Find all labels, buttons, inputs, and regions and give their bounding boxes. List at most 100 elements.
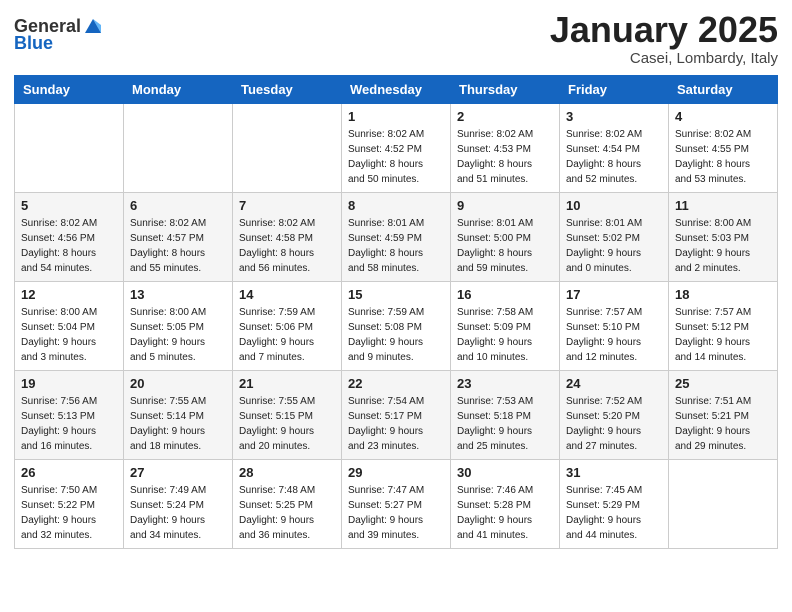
day-number-2: 2 — [457, 109, 553, 124]
day-cell-25: 25Sunrise: 7:51 AMSunset: 5:21 PMDayligh… — [669, 370, 778, 459]
day-cell-7: 7 Sunrise: 8:02 AMSunset: 4:58 PMDaylight… — [233, 192, 342, 281]
day-number-1: 1 — [348, 109, 444, 124]
day-info-12: Sunrise: 8:00 AMSunset: 5:04 PMDaylight:… — [21, 305, 117, 365]
day-cell-5: 5 Sunrise: 8:02 AMSunset: 4:56 PMDaylight… — [15, 192, 124, 281]
empty-cell — [669, 459, 778, 548]
day-cell-19: 19 Sunrise: 7:56 AMSunset: 5:13 PMDayligh… — [15, 370, 124, 459]
col-header-thursday: Thursday — [451, 75, 560, 103]
day-info-15: Sunrise: 7:59 AMSunset: 5:08 PMDaylight:… — [348, 305, 444, 365]
day-number-17: 17 — [566, 287, 662, 302]
day-info-5: Sunrise: 8:02 AMSunset: 4:56 PMDaylight:… — [21, 216, 117, 276]
day-cell-22: 22Sunrise: 7:54 AMSunset: 5:17 PMDayligh… — [342, 370, 451, 459]
day-cell-3: 3Sunrise: 8:02 AMSunset: 4:54 PMDaylight… — [560, 103, 669, 192]
week-row-1: 1Sunrise: 8:02 AMSunset: 4:52 PMDaylight… — [15, 103, 778, 192]
day-number-4: 4 — [675, 109, 771, 124]
day-info-14: Sunrise: 7:59 AMSunset: 5:06 PMDaylight:… — [239, 305, 335, 365]
day-number-15: 15 — [348, 287, 444, 302]
day-cell-29: 29 Sunrise: 7:47 AMSunset: 5:27 PMDayligh… — [342, 459, 451, 548]
col-header-monday: Monday — [124, 75, 233, 103]
day-cell-28: 28 Sunrise: 7:48 AMSunset: 5:25 PMDayligh… — [233, 459, 342, 548]
day-info-24: Sunrise: 7:52 AMSunset: 5:20 PMDaylight:… — [566, 394, 662, 454]
day-info-6: Sunrise: 8:02 AMSunset: 4:57 PMDaylight:… — [130, 216, 226, 276]
day-number-28: 28 — [239, 465, 335, 480]
day-number-13: 13 — [130, 287, 226, 302]
day-cell-23: 23 Sunrise: 7:53 AMSunset: 5:18 PMDayligh… — [451, 370, 560, 459]
day-cell-11: 11 Sunrise: 8:00 AMSunset: 5:03 PMDayligh… — [669, 192, 778, 281]
day-info-11: Sunrise: 8:00 AMSunset: 5:03 PMDaylight:… — [675, 216, 771, 276]
col-header-sunday: Sunday — [15, 75, 124, 103]
logo-icon — [83, 15, 103, 35]
day-info-20: Sunrise: 7:55 AMSunset: 5:14 PMDaylight:… — [130, 394, 226, 454]
col-header-wednesday: Wednesday — [342, 75, 451, 103]
day-number-25: 25 — [675, 376, 771, 391]
day-number-12: 12 — [21, 287, 117, 302]
day-cell-6: 6 Sunrise: 8:02 AMSunset: 4:57 PMDaylight… — [124, 192, 233, 281]
day-cell-10: 10Sunrise: 8:01 AMSunset: 5:02 PMDayligh… — [560, 192, 669, 281]
day-info-21: Sunrise: 7:55 AMSunset: 5:15 PMDaylight:… — [239, 394, 335, 454]
day-info-7: Sunrise: 8:02 AMSunset: 4:58 PMDaylight:… — [239, 216, 335, 276]
day-info-9: Sunrise: 8:01 AMSunset: 5:00 PMDaylight:… — [457, 216, 553, 276]
day-number-11: 11 — [675, 198, 771, 213]
day-cell-18: 18 Sunrise: 7:57 AMSunset: 5:12 PMDayligh… — [669, 281, 778, 370]
day-info-29: Sunrise: 7:47 AMSunset: 5:27 PMDaylight:… — [348, 483, 444, 543]
col-header-tuesday: Tuesday — [233, 75, 342, 103]
calendar-table: SundayMondayTuesdayWednesdayThursdayFrid… — [14, 75, 778, 549]
day-number-14: 14 — [239, 287, 335, 302]
day-info-13: Sunrise: 8:00 AMSunset: 5:05 PMDaylight:… — [130, 305, 226, 365]
day-cell-27: 27 Sunrise: 7:49 AMSunset: 5:24 PMDayligh… — [124, 459, 233, 548]
day-number-18: 18 — [675, 287, 771, 302]
week-row-3: 12 Sunrise: 8:00 AMSunset: 5:04 PMDayligh… — [15, 281, 778, 370]
col-header-friday: Friday — [560, 75, 669, 103]
day-cell-17: 17 Sunrise: 7:57 AMSunset: 5:10 PMDayligh… — [560, 281, 669, 370]
day-number-23: 23 — [457, 376, 553, 391]
day-cell-1: 1Sunrise: 8:02 AMSunset: 4:52 PMDaylight… — [342, 103, 451, 192]
day-cell-12: 12 Sunrise: 8:00 AMSunset: 5:04 PMDayligh… — [15, 281, 124, 370]
day-cell-21: 21 Sunrise: 7:55 AMSunset: 5:15 PMDayligh… — [233, 370, 342, 459]
day-number-9: 9 — [457, 198, 553, 213]
week-row-4: 19 Sunrise: 7:56 AMSunset: 5:13 PMDayligh… — [15, 370, 778, 459]
day-cell-8: 8 Sunrise: 8:01 AMSunset: 4:59 PMDaylight… — [342, 192, 451, 281]
col-header-saturday: Saturday — [669, 75, 778, 103]
month-title: January 2025 — [550, 10, 778, 50]
day-info-17: Sunrise: 7:57 AMSunset: 5:10 PMDaylight:… — [566, 305, 662, 365]
day-info-18: Sunrise: 7:57 AMSunset: 5:12 PMDaylight:… — [675, 305, 771, 365]
day-number-16: 16 — [457, 287, 553, 302]
logo: General Blue — [14, 16, 103, 54]
day-cell-9: 9 Sunrise: 8:01 AMSunset: 5:00 PMDaylight… — [451, 192, 560, 281]
title-block: January 2025 Casei, Lombardy, Italy — [550, 10, 778, 67]
day-info-26: Sunrise: 7:50 AMSunset: 5:22 PMDaylight:… — [21, 483, 117, 543]
day-info-19: Sunrise: 7:56 AMSunset: 5:13 PMDaylight:… — [21, 394, 117, 454]
day-cell-14: 14 Sunrise: 7:59 AMSunset: 5:06 PMDayligh… — [233, 281, 342, 370]
day-info-2: Sunrise: 8:02 AMSunset: 4:53 PMDaylight:… — [457, 127, 553, 187]
day-cell-2: 2 Sunrise: 8:02 AMSunset: 4:53 PMDaylight… — [451, 103, 560, 192]
day-cell-31: 31 Sunrise: 7:45 AMSunset: 5:29 PMDayligh… — [560, 459, 669, 548]
day-cell-24: 24Sunrise: 7:52 AMSunset: 5:20 PMDayligh… — [560, 370, 669, 459]
day-number-19: 19 — [21, 376, 117, 391]
day-info-27: Sunrise: 7:49 AMSunset: 5:24 PMDaylight:… — [130, 483, 226, 543]
day-cell-30: 30Sunrise: 7:46 AMSunset: 5:28 PMDayligh… — [451, 459, 560, 548]
day-info-28: Sunrise: 7:48 AMSunset: 5:25 PMDaylight:… — [239, 483, 335, 543]
day-cell-4: 4Sunrise: 8:02 AMSunset: 4:55 PMDaylight… — [669, 103, 778, 192]
location: Casei, Lombardy, Italy — [550, 50, 778, 67]
day-cell-20: 20 Sunrise: 7:55 AMSunset: 5:14 PMDayligh… — [124, 370, 233, 459]
day-number-29: 29 — [348, 465, 444, 480]
day-number-27: 27 — [130, 465, 226, 480]
day-info-23: Sunrise: 7:53 AMSunset: 5:18 PMDaylight:… — [457, 394, 553, 454]
day-info-8: Sunrise: 8:01 AMSunset: 4:59 PMDaylight:… — [348, 216, 444, 276]
day-number-26: 26 — [21, 465, 117, 480]
day-cell-16: 16Sunrise: 7:58 AMSunset: 5:09 PMDayligh… — [451, 281, 560, 370]
day-info-31: Sunrise: 7:45 AMSunset: 5:29 PMDaylight:… — [566, 483, 662, 543]
day-number-20: 20 — [130, 376, 226, 391]
day-number-6: 6 — [130, 198, 226, 213]
day-number-8: 8 — [348, 198, 444, 213]
calendar-header-row: SundayMondayTuesdayWednesdayThursdayFrid… — [15, 75, 778, 103]
week-row-2: 5 Sunrise: 8:02 AMSunset: 4:56 PMDaylight… — [15, 192, 778, 281]
day-cell-26: 26 Sunrise: 7:50 AMSunset: 5:22 PMDayligh… — [15, 459, 124, 548]
empty-cell — [124, 103, 233, 192]
day-cell-15: 15 Sunrise: 7:59 AMSunset: 5:08 PMDayligh… — [342, 281, 451, 370]
day-number-31: 31 — [566, 465, 662, 480]
day-cell-13: 13 Sunrise: 8:00 AMSunset: 5:05 PMDayligh… — [124, 281, 233, 370]
day-number-21: 21 — [239, 376, 335, 391]
day-number-7: 7 — [239, 198, 335, 213]
day-number-5: 5 — [21, 198, 117, 213]
